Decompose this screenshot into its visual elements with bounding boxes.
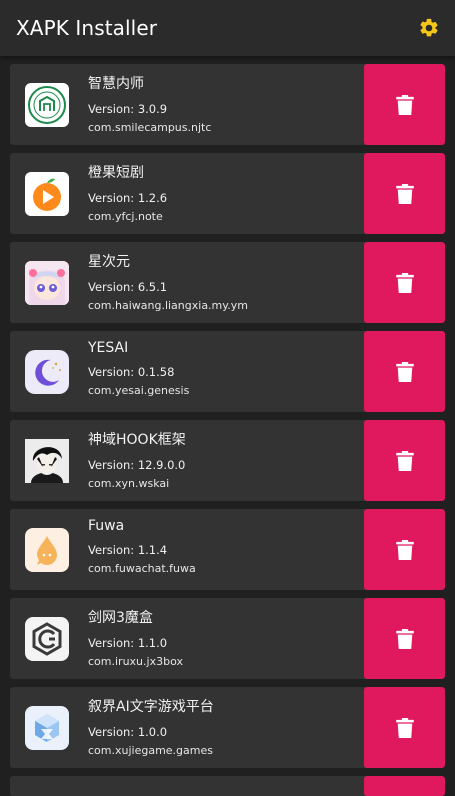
list-item: 星次元 Version: 6.5.1 com.haiwang.liangxia.… (10, 242, 445, 323)
app-name: 叙界AI文字游戏平台 (88, 699, 214, 715)
icon-wrap (10, 153, 78, 234)
gear-icon[interactable] (417, 16, 441, 40)
trash-icon (395, 94, 414, 115)
app-package: com.haiwang.liangxia.my.ym (88, 299, 248, 312)
list-item: 剑网3魔盒 Version: 1.1.0 com.iruxu.jx3box (10, 598, 445, 679)
app-version: Version: 1.1.4 (88, 543, 168, 557)
app-name: YESAI (88, 340, 129, 356)
list-item: 叙界AI文字游戏平台 Version: 1.0.0 com.xujiegame.… (10, 687, 445, 768)
list-item: YESAI Version: 0.1.58 com.yesai.genesis (10, 331, 445, 412)
app-name: 橙果短剧 (88, 165, 144, 181)
list-item-partial (10, 776, 445, 796)
app-info: Fuwa Version: 1.1.4 com.fuwachat.fuwa (78, 509, 364, 590)
crystal-cube-icon (25, 705, 69, 750)
moon-stars-icon (25, 349, 69, 394)
app-title: XAPK Installer (16, 16, 158, 40)
delete-button[interactable] (364, 687, 445, 768)
app-name: 剑网3魔盒 (88, 610, 153, 626)
app-package: com.iruxu.jx3box (88, 655, 183, 668)
app-version: Version: 1.2.6 (88, 191, 168, 205)
icon-wrap (10, 64, 78, 145)
app-package: com.fuwachat.fuwa (88, 562, 196, 575)
delete-button[interactable] (364, 242, 445, 323)
droplet-chat-icon (25, 527, 69, 572)
list-item: 神域HOOK框架 Version: 12.9.0.0 com.xyn.wskai (10, 420, 445, 501)
trash-icon (395, 272, 414, 293)
app-version: Version: 12.9.0.0 (88, 458, 186, 472)
app-info: 神域HOOK框架 Version: 12.9.0.0 com.xyn.wskai (78, 420, 364, 501)
app-info: 橙果短剧 Version: 1.2.6 com.yfcj.note (78, 153, 364, 234)
app-package: com.yfcj.note (88, 210, 163, 223)
delete-button[interactable] (364, 153, 445, 234)
app-version: Version: 0.1.58 (88, 365, 175, 379)
app-info: 智慧内师 Version: 3.0.9 com.smilecampus.njtc (78, 64, 364, 145)
icon-wrap (10, 331, 78, 412)
app-info: 星次元 Version: 6.5.1 com.haiwang.liangxia.… (78, 242, 364, 323)
app-package: com.smilecampus.njtc (88, 121, 212, 134)
list-item: Fuwa Version: 1.1.4 com.fuwachat.fuwa (10, 509, 445, 590)
hex-emblem-icon (25, 616, 69, 661)
delete-button[interactable] (364, 598, 445, 679)
icon-wrap (10, 687, 78, 768)
icon-wrap (10, 242, 78, 323)
trash-icon (395, 717, 414, 738)
delete-button[interactable] (364, 509, 445, 590)
app-info: 叙界AI文字游戏平台 Version: 1.0.0 com.xujiegame.… (78, 687, 364, 768)
partial-body (10, 776, 364, 796)
delete-button[interactable] (364, 331, 445, 412)
app-version: Version: 1.0.0 (88, 725, 168, 739)
list-item: 橙果短剧 Version: 1.2.6 com.yfcj.note (10, 153, 445, 234)
delete-button[interactable] (364, 776, 445, 796)
app-bar: XAPK Installer (0, 0, 455, 56)
icon-wrap (10, 509, 78, 590)
icon-wrap (10, 420, 78, 501)
app-package: com.yesai.genesis (88, 384, 190, 397)
app-version: Version: 3.0.9 (88, 102, 168, 116)
app-info: 剑网3魔盒 Version: 1.1.0 com.iruxu.jx3box (78, 598, 364, 679)
list-item: 智慧内师 Version: 3.0.9 com.smilecampus.njtc (10, 64, 445, 145)
trash-icon (395, 539, 414, 560)
app-package: com.xyn.wskai (88, 477, 170, 490)
school-seal-icon (25, 82, 69, 127)
trash-icon (395, 628, 414, 649)
anime-girl-icon (25, 260, 69, 305)
app-info: YESAI Version: 0.1.58 com.yesai.genesis (78, 331, 364, 412)
app-version: Version: 6.5.1 (88, 280, 168, 294)
app-name: 星次元 (88, 254, 130, 270)
app-list: 智慧内师 Version: 3.0.9 com.smilecampus.njtc… (0, 56, 455, 796)
app-name: Fuwa (88, 518, 125, 534)
app-version: Version: 1.1.0 (88, 636, 168, 650)
orange-play-icon (25, 171, 69, 216)
trash-icon (395, 361, 414, 382)
trash-icon (395, 450, 414, 471)
app-name: 智慧内师 (88, 76, 144, 92)
trash-icon (395, 183, 414, 204)
app-name: 神域HOOK框架 (88, 432, 186, 448)
anime-boy-icon (25, 438, 69, 483)
app-package: com.xujiegame.games (88, 744, 213, 757)
icon-wrap (10, 598, 78, 679)
delete-button[interactable] (364, 64, 445, 145)
delete-button[interactable] (364, 420, 445, 501)
